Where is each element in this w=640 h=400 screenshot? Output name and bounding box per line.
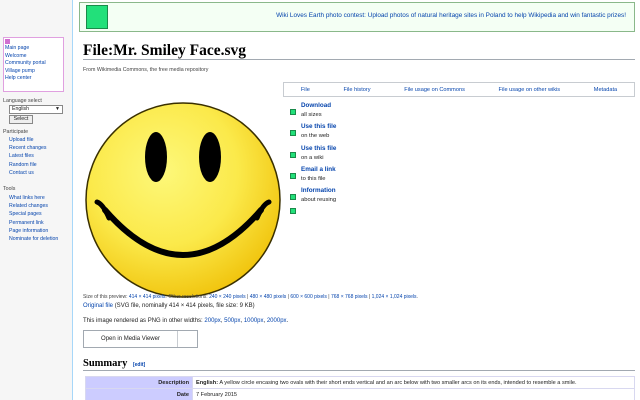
resolution-240-link[interactable]: 240 × 240 pixels <box>209 294 246 300</box>
original-file-info: (SVG file, nominally 414 × 414 pixels, f… <box>114 303 255 309</box>
file-preview-image[interactable] <box>83 100 283 300</box>
tab-file-usage-commons[interactable]: File usage on Commons <box>404 87 465 93</box>
summary-heading: Summary [edit] <box>83 358 145 369</box>
tools-nominate-for-deletion[interactable]: Nominate for deletion <box>9 235 58 243</box>
png-width-1000-link[interactable]: 1000px <box>244 318 264 324</box>
original-file-line: Original file (SVG file, nominally 414 ×… <box>83 303 255 309</box>
download-sub: all sizes <box>301 112 322 118</box>
extra-action[interactable] <box>290 206 380 217</box>
participate-recent-changes[interactable]: Recent changes <box>9 144 47 152</box>
chevron-down-icon: ▼ <box>55 106 60 112</box>
download-icon <box>290 109 296 115</box>
sidebar: Main page Welcome Community portal Villa… <box>0 0 72 400</box>
smiley-face-icon <box>85 102 281 298</box>
use-on-wiki-sub: on a wiki <box>301 154 324 161</box>
table-row: Description English: A yellow circle enc… <box>85 376 635 389</box>
contest-logo-icon <box>86 5 108 29</box>
nav-village-pump[interactable]: Village pump <box>5 68 62 76</box>
information-icon <box>290 194 296 201</box>
png-widths-line: This image rendered as PNG in other widt… <box>83 318 289 324</box>
preview-size-link[interactable]: 414 × 414 pixels <box>129 294 166 300</box>
use-on-wiki-link[interactable]: Use this file <box>301 145 336 152</box>
nav-main-page[interactable]: Main page <box>5 45 62 53</box>
description-lang: English: <box>196 379 219 386</box>
tab-metadata[interactable]: Metadata <box>594 87 617 93</box>
tab-file[interactable]: File <box>301 87 310 93</box>
file-section-tabs: File File history File usage on Commons … <box>283 82 635 97</box>
description-key: Description <box>85 376 193 389</box>
language-select-label: Language select <box>3 98 42 104</box>
tools-related-changes[interactable]: Related changes <box>9 202 58 210</box>
other-resolutions-label: Other resolutions: <box>168 294 208 300</box>
description-text: A yellow circle encasing two ovals with … <box>219 379 577 386</box>
tools-heading: Tools <box>3 186 16 192</box>
resolution-1024-link[interactable]: 1,024 × 1,024 pixels <box>372 294 417 300</box>
main-navigation: Main page Welcome Community portal Villa… <box>3 37 64 92</box>
information-sub: about reusing <box>301 197 337 204</box>
file-actions-list: Download all sizes Use this file on the … <box>290 100 380 217</box>
preview-size-line: Size of this preview: 414 × 414 pixels. … <box>83 294 418 300</box>
original-file-link[interactable]: Original file <box>83 303 113 309</box>
description-value: English: A yellow circle encasing two ov… <box>192 376 635 389</box>
information-action[interactable]: Information about reusing <box>290 185 380 206</box>
site-notice-banner: Wiki Loves Earth photo contest: Upload p… <box>79 2 635 32</box>
use-on-web-sub: on the web <box>301 133 330 140</box>
png-width-2000-link[interactable]: 2000px <box>267 318 287 324</box>
tools-page-information[interactable]: Page information <box>9 227 58 235</box>
nav-help-center[interactable]: Help center <box>5 75 62 83</box>
wiki-icon <box>290 151 296 158</box>
nav-welcome[interactable]: Welcome <box>5 53 62 61</box>
resolution-768-link[interactable]: 768 × 768 pixels <box>331 294 368 300</box>
email-link-action[interactable]: Email a link to this file <box>290 164 380 185</box>
tools-permanent-link[interactable]: Permanent link <box>9 219 58 227</box>
email-link-sub: to this file <box>301 175 326 182</box>
png-width-200-link[interactable]: 200px <box>204 318 220 324</box>
participate-latest-files[interactable]: Latest files <box>9 152 47 160</box>
information-link[interactable]: Information <box>301 187 336 194</box>
tools-special-pages[interactable]: Special pages <box>9 210 58 218</box>
summary-edit-link[interactable]: [edit] <box>133 362 145 368</box>
main-content: Wiki Loves Earth photo contest: Upload p… <box>72 0 640 400</box>
site-notice-link[interactable]: Wiki Loves Earth photo contest: Upload p… <box>276 12 626 19</box>
use-on-web-link[interactable]: Use this file <box>301 123 336 130</box>
web-icon <box>290 130 296 137</box>
open-media-viewer-button[interactable]: Open in Media Viewer <box>84 331 178 347</box>
logo-marker-icon <box>5 39 10 44</box>
tab-file-usage-other-wikis[interactable]: File usage on other wikis <box>499 87 561 93</box>
png-widths-label: This image rendered as PNG in other widt… <box>83 318 203 324</box>
download-link[interactable]: Download <box>301 102 331 109</box>
language-select-button[interactable]: Select <box>9 115 33 124</box>
email-icon <box>290 172 296 179</box>
png-width-500-link[interactable]: 500px <box>224 318 240 324</box>
media-viewer-box: Open in Media Viewer <box>83 330 198 348</box>
tab-file-history[interactable]: File history <box>344 87 371 93</box>
date-value: 7 February 2015 <box>192 388 635 400</box>
table-row: Date 7 February 2015 <box>85 388 635 400</box>
summary-table: Description English: A yellow circle enc… <box>85 376 635 400</box>
tools-list: What links here Related changes Special … <box>9 194 58 243</box>
participate-list: Upload file Recent changes Latest files … <box>9 136 47 177</box>
summary-heading-text: Summary <box>83 358 128 369</box>
nav-community-portal[interactable]: Community portal <box>5 60 62 68</box>
summary-divider <box>83 370 635 371</box>
email-link[interactable]: Email a link <box>301 166 336 173</box>
use-on-wiki-action[interactable]: Use this file on a wiki <box>290 143 380 164</box>
site-subtitle: From Wikimedia Commons, the free media r… <box>83 67 209 73</box>
participate-contact-us[interactable]: Contact us <box>9 169 47 177</box>
preview-size-label: Size of this preview: <box>83 294 128 300</box>
title-divider <box>83 59 635 60</box>
download-action[interactable]: Download all sizes <box>290 100 380 121</box>
extra-icon <box>290 208 296 215</box>
participate-upload-file[interactable]: Upload file <box>9 136 47 144</box>
language-select[interactable]: English ▼ <box>9 105 63 114</box>
resolution-480-link[interactable]: 480 × 480 pixels <box>250 294 287 300</box>
page-title: File:Mr. Smiley Face.svg <box>83 42 246 59</box>
tools-what-links-here[interactable]: What links here <box>9 194 58 202</box>
language-select-value: English <box>12 106 30 112</box>
date-key: Date <box>85 388 193 400</box>
participate-random-file[interactable]: Random file <box>9 161 47 169</box>
participate-heading: Participate <box>3 129 29 135</box>
resolution-600-link[interactable]: 600 × 600 pixels <box>290 294 327 300</box>
use-on-web-action[interactable]: Use this file on the web <box>290 121 380 142</box>
